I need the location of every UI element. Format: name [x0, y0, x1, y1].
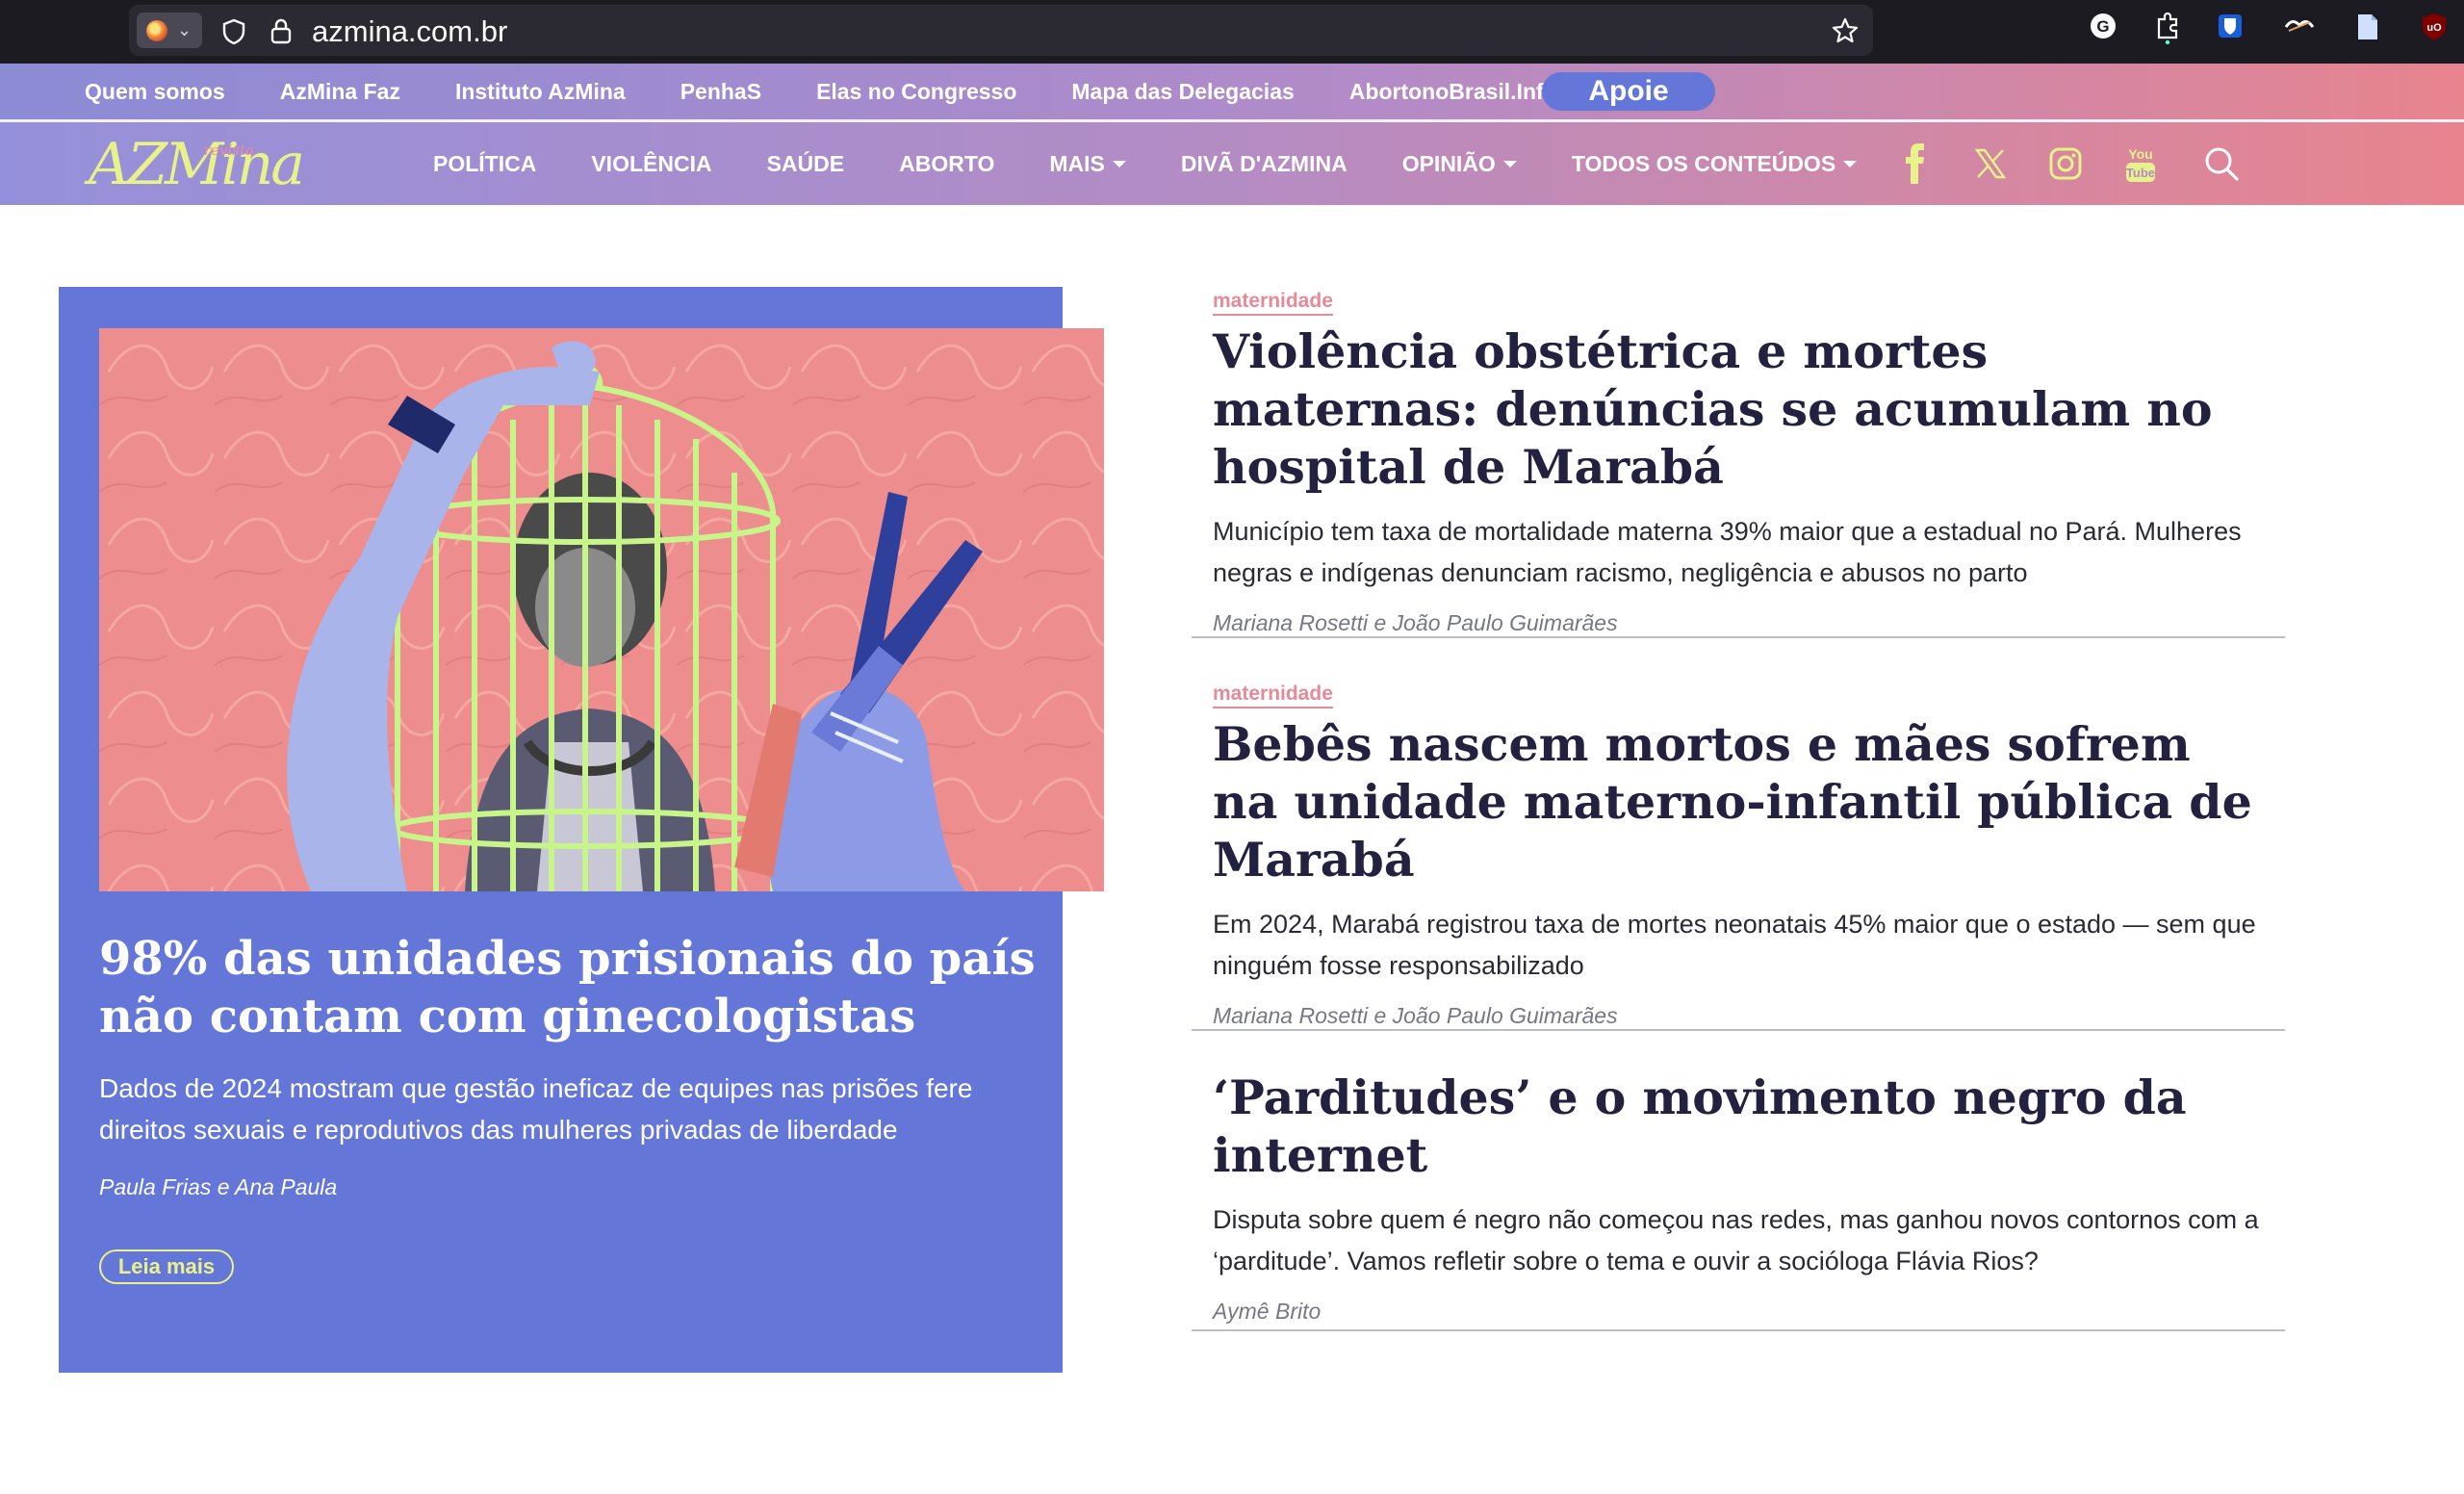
- address-bar[interactable]: ⌄ azmina.com.br: [129, 5, 1873, 56]
- top-link-aborto-no-brasil[interactable]: AbortonoBrasil.Info: [1349, 79, 1557, 105]
- site-favicon-icon: [146, 19, 167, 41]
- article-tag[interactable]: maternidade: [1213, 289, 1333, 316]
- article-author: Mariana Rosetti e João Paulo Guimarães: [1213, 610, 1618, 635]
- article-title[interactable]: ‘Parditudes’ e o movimento negro da inte…: [1213, 1069, 2262, 1184]
- nav-item-violencia[interactable]: VIOLÊNCIA: [591, 151, 711, 177]
- top-link-azmina-faz[interactable]: AzMina Faz: [280, 79, 400, 105]
- article-divider: [1192, 1029, 2285, 1031]
- nav-menu: POLÍTICA VIOLÊNCIA SAÚDE ABORTO MAIS DIV…: [433, 122, 1912, 205]
- bookmark-star-icon[interactable]: [1831, 16, 1860, 45]
- main-navigation: AZMina revista POLÍTICA VIOLÊNCIA SAÚDE …: [0, 122, 2464, 205]
- glasses-extension-icon[interactable]: [2283, 12, 2316, 40]
- article-author: Mariana Rosetti e João Paulo Guimarães: [1213, 1003, 1618, 1028]
- grammarly-extension-icon[interactable]: G: [2089, 12, 2118, 40]
- top-link-mapa-das-delegacias[interactable]: Mapa das Delegacias: [1071, 79, 1294, 105]
- featured-article-card[interactable]: 98% das unidades prisionais do país não …: [59, 287, 1104, 1373]
- featured-article-summary: Dados de 2024 mostram que gestão inefica…: [99, 1073, 973, 1145]
- article-item[interactable]: maternidade Bebês nascem mortos e mães s…: [1213, 682, 2262, 1029]
- article-author: Aymê Brito: [1213, 1299, 1322, 1324]
- article-summary: Disputa sobre quem é negro não começou n…: [1213, 1205, 2259, 1275]
- nav-item-saude[interactable]: SAÚDE: [767, 151, 845, 177]
- nav-item-aborto[interactable]: ABORTO: [899, 151, 994, 177]
- article-summary: Município tem taxa de mortalidade matern…: [1213, 517, 2242, 587]
- chevron-down-icon: ⌄: [177, 20, 192, 39]
- lock-icon[interactable]: [270, 17, 293, 44]
- extensions-puzzle-icon[interactable]: [2153, 12, 2182, 44]
- url-text[interactable]: azmina.com.br: [312, 14, 507, 49]
- site-identity-button[interactable]: ⌄: [137, 13, 202, 48]
- search-icon[interactable]: [2198, 141, 2245, 187]
- article-tag[interactable]: maternidade: [1213, 682, 1333, 708]
- shield-icon[interactable]: [221, 18, 246, 45]
- featured-article-author: Paula Frias e Ana Paula: [99, 1174, 338, 1199]
- nav-item-mais[interactable]: MAIS: [1049, 151, 1126, 177]
- nav-item-todos-os-conteudos[interactable]: TODOS OS CONTEÚDOS: [1572, 151, 1858, 177]
- svg-text:Tube: Tube: [2126, 166, 2155, 180]
- logo-revista: revista: [204, 142, 254, 159]
- top-links-bar: Quem somos AzMina Faz Instituto AzMina P…: [0, 64, 2464, 119]
- x-twitter-icon[interactable]: [1967, 141, 2014, 187]
- top-link-quem-somos[interactable]: Quem somos: [85, 79, 225, 105]
- nav-item-politica[interactable]: POLÍTICA: [433, 151, 536, 177]
- article-item[interactable]: maternidade Violência obstétrica e morte…: [1213, 289, 2262, 636]
- top-link-instituto-azmina[interactable]: Instituto AzMina: [455, 79, 626, 105]
- nav-item-diva-dazmina[interactable]: DIVÃ D'AZMINA: [1181, 151, 1348, 177]
- article-title[interactable]: Violência obstétrica e mortes maternas: …: [1213, 322, 2262, 496]
- top-link-penhas[interactable]: PenhaS: [680, 79, 761, 105]
- facebook-icon[interactable]: [1892, 141, 1938, 187]
- svg-text:You: You: [2128, 146, 2152, 162]
- azmina-logo[interactable]: AZMina revista: [89, 130, 305, 199]
- article-divider: [1192, 1329, 2285, 1331]
- svg-text:uO: uO: [2426, 22, 2442, 34]
- top-links: Quem somos AzMina Faz Instituto AzMina P…: [85, 64, 1612, 119]
- caret-down-icon: [1843, 160, 1858, 167]
- instagram-icon[interactable]: [2042, 141, 2089, 187]
- featured-article-title[interactable]: 98% das unidades prisionais do país não …: [99, 930, 1052, 1045]
- svg-text:G: G: [2096, 17, 2109, 36]
- browser-toolbar: ⌄ azmina.com.br G uO: [0, 0, 2464, 64]
- read-more-button[interactable]: Leia mais: [99, 1249, 234, 1284]
- document-extension-icon[interactable]: [2354, 12, 2381, 42]
- top-link-elas-no-congresso[interactable]: Elas no Congresso: [816, 79, 1016, 105]
- article-summary: Em 2024, Marabá registrou taxa de mortes…: [1213, 910, 2256, 980]
- ublock-origin-icon[interactable]: uO: [2420, 12, 2449, 42]
- article-title[interactable]: Bebês nascem mortos e mães sofrem na uni…: [1213, 715, 2262, 889]
- nav-item-opiniao[interactable]: OPINIÃO: [1402, 151, 1517, 177]
- featured-article-image[interactable]: [99, 328, 1104, 891]
- caret-down-icon: [1502, 160, 1517, 167]
- apoie-button[interactable]: Apoie: [1542, 72, 1715, 111]
- caret-down-icon: [1112, 160, 1126, 167]
- logo-wordmark: AZMina: [89, 131, 305, 198]
- youtube-icon[interactable]: You Tube: [2118, 141, 2164, 187]
- bitwarden-extension-icon[interactable]: [2216, 12, 2245, 40]
- article-item[interactable]: ‘Parditudes’ e o movimento negro da inte…: [1213, 1069, 2262, 1325]
- article-divider: [1192, 636, 2285, 638]
